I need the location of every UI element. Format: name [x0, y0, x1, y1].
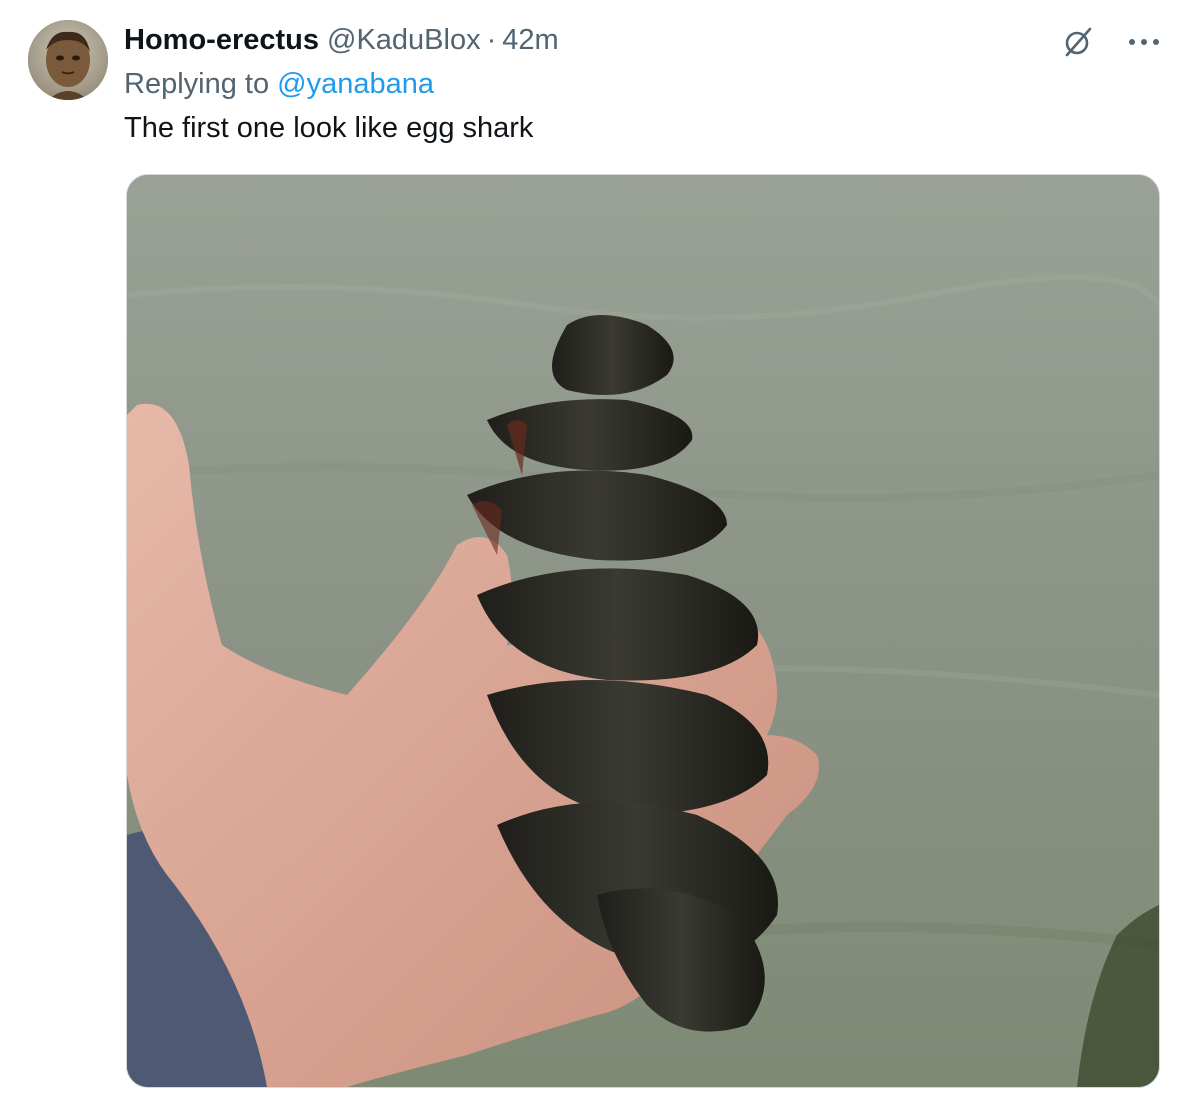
grok-button[interactable] — [1058, 24, 1098, 60]
tweet-time[interactable]: 42m — [502, 24, 558, 57]
tweet-text: The first one look like egg shark — [124, 112, 534, 144]
tweet-actions-top — [1058, 24, 1164, 60]
replying-to-line: Replying to @yanabana — [124, 68, 434, 101]
tweet-header: Homo-erectus @KaduBlox · 42m — [124, 24, 559, 60]
tweet-photo[interactable] — [126, 174, 1160, 1088]
author-handle[interactable]: @KaduBlox — [327, 24, 481, 57]
author-avatar[interactable] — [28, 20, 108, 100]
photo-image — [127, 175, 1159, 1087]
replying-to-label: Replying to — [124, 68, 270, 100]
tweet: Homo-erectus @KaduBlox · 42m Replying to… — [0, 0, 1192, 1114]
separator-dot: · — [486, 24, 497, 56]
more-options-icon — [1129, 39, 1159, 45]
reply-mention-link[interactable]: @yanabana — [277, 68, 434, 100]
more-options-button[interactable] — [1124, 24, 1164, 60]
slashed-circle-icon — [1065, 27, 1092, 57]
avatar-image — [28, 20, 108, 100]
author-name[interactable]: Homo-erectus — [124, 24, 319, 57]
